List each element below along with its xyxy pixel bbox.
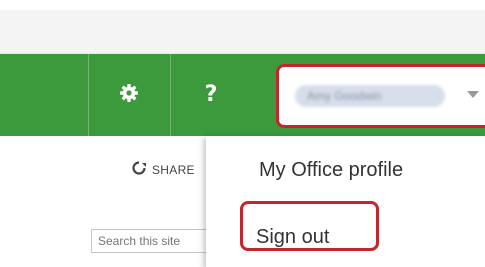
search-input[interactable] xyxy=(91,229,221,253)
help-icon: ? xyxy=(204,82,218,107)
sign-out-highlight xyxy=(240,201,379,251)
chevron-down-icon xyxy=(467,91,479,98)
top-strip xyxy=(0,0,485,10)
settings-button[interactable] xyxy=(89,54,169,136)
my-office-profile-item[interactable]: My Office profile xyxy=(259,159,403,182)
account-menu-trigger[interactable]: Amy Goodwin xyxy=(276,64,485,128)
gray-header-bar xyxy=(0,10,485,54)
share-link[interactable]: SHARE xyxy=(131,160,195,179)
account-name: Amy Goodwin xyxy=(295,85,445,107)
gear-icon xyxy=(119,83,139,108)
help-button[interactable]: ? xyxy=(171,54,251,136)
share-label: SHARE xyxy=(152,162,195,177)
account-dropdown-menu: My Office profile Sign out xyxy=(206,136,485,267)
share-icon xyxy=(131,160,152,179)
